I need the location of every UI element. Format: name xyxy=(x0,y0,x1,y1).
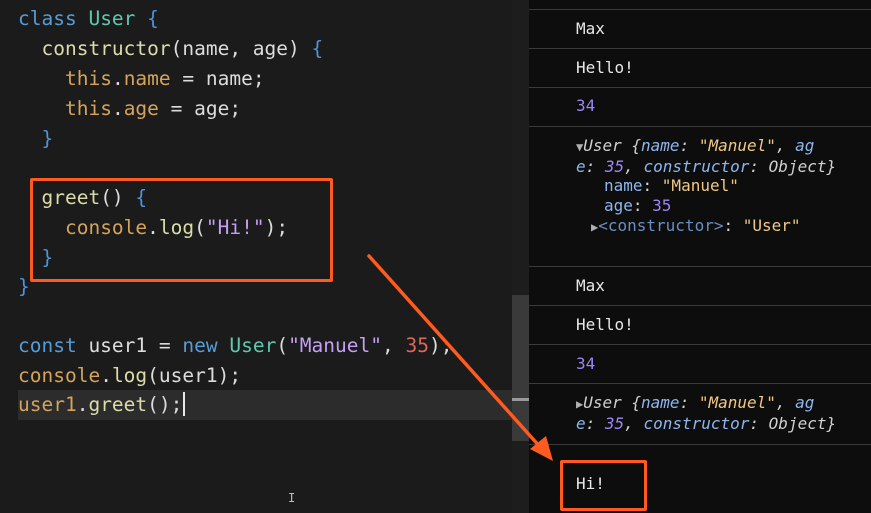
row-separator xyxy=(529,266,871,267)
keyword-new: new xyxy=(182,334,218,357)
object-property-name: name: "Manuel" xyxy=(604,176,739,195)
call-args: (user1); xyxy=(147,364,242,387)
close-brace: } xyxy=(41,127,54,150)
number-literal: 35 xyxy=(405,334,429,357)
row-separator xyxy=(529,87,871,88)
text-caret xyxy=(183,392,186,416)
editor-scrollbar-thumb[interactable] xyxy=(512,295,529,441)
log-entry-number: 34 xyxy=(576,354,596,373)
object-property-age: age: 35 xyxy=(604,196,672,215)
code-line-2[interactable]: constructor(name, age) { xyxy=(18,34,323,64)
log-entry-max: Max xyxy=(576,19,605,38)
code-line-12[interactable]: user1.greet(); xyxy=(18,390,512,420)
assignment: = age; xyxy=(158,97,242,120)
row-separator xyxy=(529,444,871,445)
row-separator xyxy=(529,48,871,49)
hi-output-highlight xyxy=(560,460,647,511)
log-method: log xyxy=(111,364,148,387)
console-object: console xyxy=(18,364,101,387)
row-separator xyxy=(529,126,871,127)
row-separator xyxy=(529,383,871,384)
variable-user1: user1 xyxy=(18,393,77,416)
log-entry-hello: Hello! xyxy=(576,315,634,334)
class-reference: User xyxy=(217,334,277,357)
log-entry-object-collapsed[interactable]: ▶User {name: "Manuel", ag e: 35, construc… xyxy=(576,393,866,434)
assignment: = name; xyxy=(170,67,265,90)
scrollbar-cursor-marker xyxy=(512,398,529,401)
property-age: age xyxy=(123,97,159,120)
close-paren: ); xyxy=(428,334,453,357)
code-line-4[interactable]: this.age = age; xyxy=(18,94,241,124)
constructor-name: constructor xyxy=(41,37,171,60)
comma: , xyxy=(381,334,406,357)
code-line-11[interactable]: console.log(user1); xyxy=(18,361,241,391)
open-brace: { xyxy=(311,37,324,60)
code-line-9[interactable]: } xyxy=(18,272,30,302)
code-line-10[interactable]: const user1 = new User("Manuel", 35); xyxy=(18,331,452,361)
string-literal: "Manuel" xyxy=(288,334,382,357)
variable-decl: user1 = xyxy=(76,334,183,357)
code-editor[interactable]: class User { constructor(name, age) { th… xyxy=(0,0,529,513)
call-args: (); xyxy=(147,393,183,416)
log-entry-number: 34 xyxy=(576,96,596,115)
open-paren: ( xyxy=(276,334,289,357)
row-separator xyxy=(529,344,871,345)
log-entry-object-expanded[interactable]: ▼User {name: "Manuel", ag e: 35, construc… xyxy=(576,136,866,177)
this-keyword: this xyxy=(64,67,112,90)
close-brace: } xyxy=(18,275,30,298)
open-brace: { xyxy=(147,7,159,30)
greet-call: greet xyxy=(88,393,148,416)
dot: . xyxy=(100,364,112,387)
constructor-params: (name, age) xyxy=(170,37,312,60)
console-panel[interactable]: Max Hello! 34 ▼User {name: "Manuel", ag e… xyxy=(529,0,871,513)
class-name: User xyxy=(88,7,136,30)
keyword-const: const xyxy=(18,334,77,357)
code-line-3[interactable]: this.name = name; xyxy=(18,64,265,94)
greet-method-highlight xyxy=(30,178,333,282)
code-line-1[interactable]: class User { xyxy=(18,4,159,34)
log-entry-max: Max xyxy=(576,276,605,295)
property-name: name xyxy=(123,67,171,90)
row-separator xyxy=(529,305,871,306)
dot: . xyxy=(111,97,124,120)
ibeam-cursor-icon: I xyxy=(288,491,296,505)
this-keyword: this xyxy=(64,97,112,120)
dot: . xyxy=(111,67,124,90)
object-property-constructor[interactable]: ▶<constructor>: "User" xyxy=(591,216,801,237)
dot: . xyxy=(76,393,89,416)
row-separator xyxy=(529,9,871,10)
log-entry-hello: Hello! xyxy=(576,58,634,77)
keyword-class: class xyxy=(18,7,77,30)
code-line-5[interactable]: } xyxy=(18,124,53,154)
